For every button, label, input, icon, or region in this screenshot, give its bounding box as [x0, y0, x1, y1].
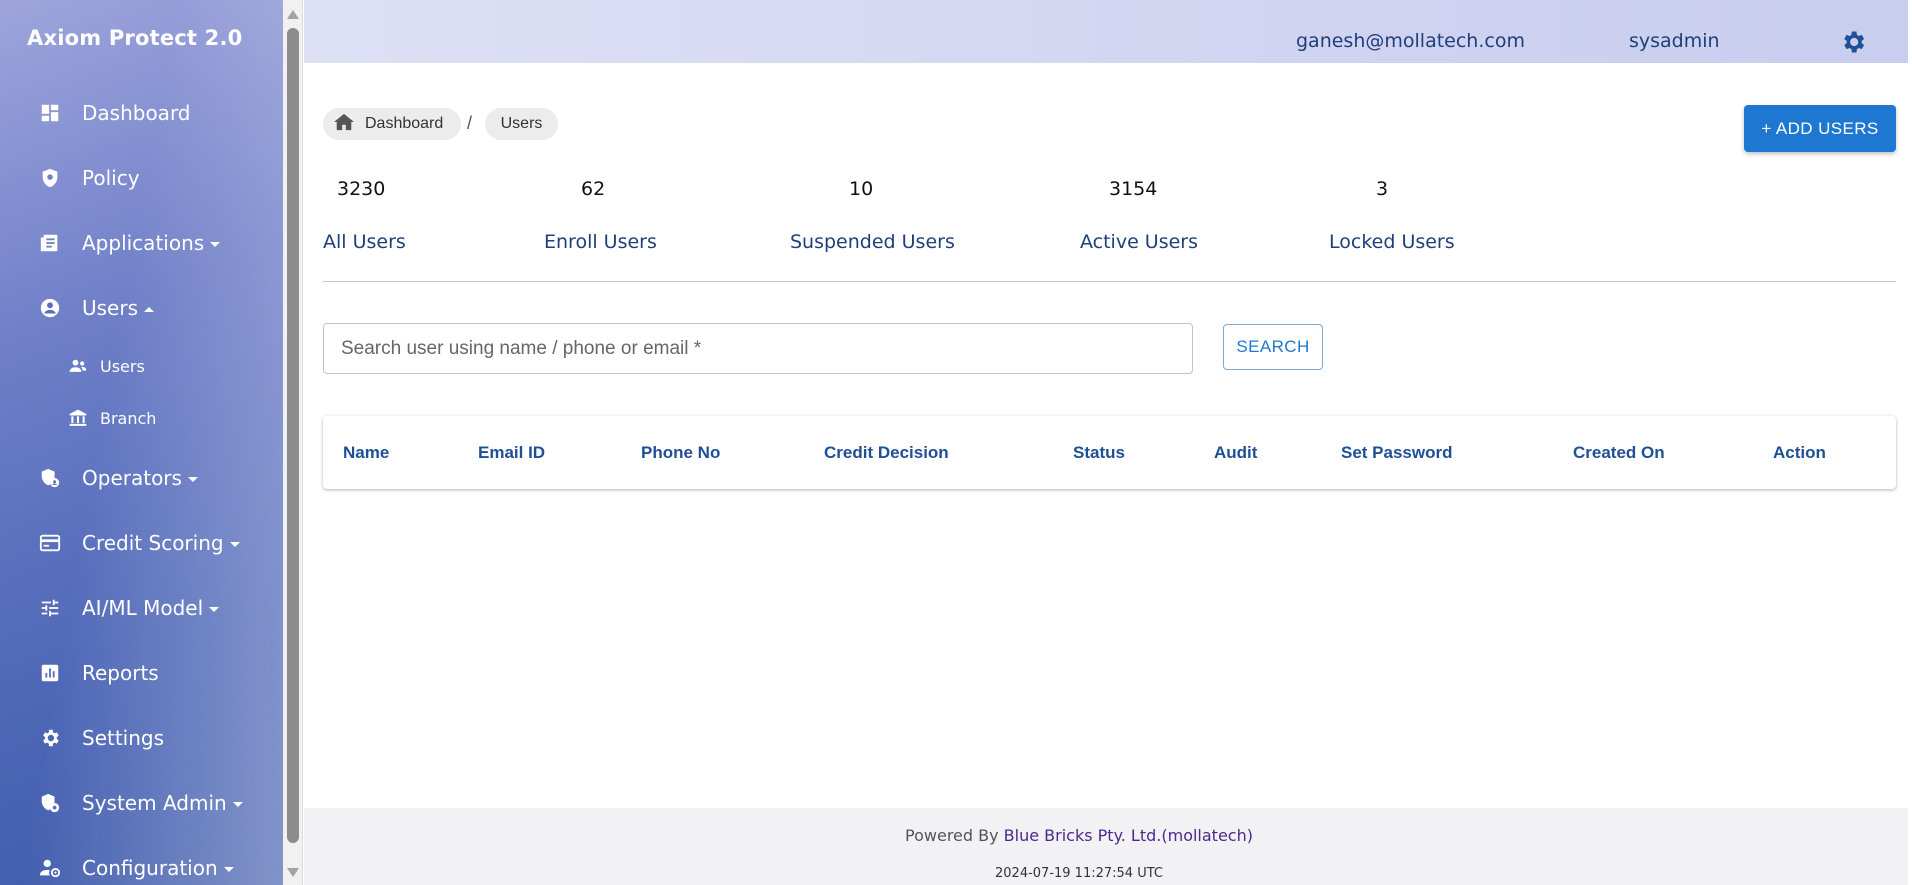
app-root: Axiom Protect 2.0 Dashboard Policy Appli… [0, 0, 1912, 885]
shield-icon [38, 166, 62, 190]
column-header-audit[interactable]: Audit [1214, 443, 1257, 463]
admin-shield-icon [38, 791, 62, 815]
chevron-down-icon [229, 542, 240, 547]
column-header-created-on[interactable]: Created On [1573, 443, 1665, 463]
document-list-icon [38, 231, 62, 255]
user-email[interactable]: ganesh@mollatech.com [1296, 30, 1525, 52]
search-button[interactable]: SEARCH [1223, 324, 1323, 370]
footer-powered-by: Powered By Blue Bricks Pty. Ltd.(mollate… [304, 826, 1854, 845]
sidebar-item-ai-ml-model[interactable]: AI/ML Model [0, 583, 283, 633]
dashboard-icon [38, 101, 62, 125]
home-icon [333, 112, 355, 137]
column-header-status[interactable]: Status [1073, 443, 1125, 463]
sidebar-subitem-label: Users [100, 356, 145, 376]
main-content: Dashboard / Users + ADD USERS 3230 All U… [304, 63, 1908, 808]
stat-suspended-users-link[interactable]: Suspended Users [790, 231, 955, 253]
sidebar-item-dashboard[interactable]: Dashboard [0, 88, 283, 138]
sidebar-item-configuration[interactable]: Configuration [0, 843, 283, 885]
sidebar-item-label: Policy [82, 166, 140, 190]
stat-active-users-link[interactable]: Active Users [1080, 231, 1198, 253]
chevron-down-icon [187, 477, 198, 482]
breadcrumb-current[interactable]: Users [485, 108, 558, 140]
chevron-down-icon [232, 802, 243, 807]
sidebar: Axiom Protect 2.0 Dashboard Policy Appli… [0, 0, 283, 885]
stat-locked-users-count: 3 [1376, 178, 1389, 200]
top-header: ganesh@mollatech.com sysadmin [304, 0, 1908, 63]
stat-all-users-count: 3230 [337, 178, 386, 200]
footer: Powered By Blue Bricks Pty. Ltd.(mollate… [304, 808, 1908, 885]
column-header-credit-decision[interactable]: Credit Decision [824, 443, 949, 463]
footer-powered-prefix: Powered By [905, 826, 1004, 845]
chevron-down-icon [210, 242, 221, 247]
sidebar-item-label: AI/ML Model [82, 596, 204, 620]
user-settings-icon [38, 856, 62, 880]
stats-divider [323, 281, 1896, 282]
sidebar-item-settings[interactable]: Settings [0, 713, 283, 763]
sidebar-subitem-label: Branch [100, 408, 157, 428]
sidebar-item-label: Configuration [82, 856, 218, 880]
security-user-icon [38, 466, 62, 490]
sidebar-item-label: Applications [82, 231, 205, 255]
account-circle-icon [38, 296, 62, 320]
stat-enroll-users-count: 62 [581, 178, 606, 200]
bar-chart-icon [38, 661, 62, 685]
sidebar-item-label: Users [82, 296, 139, 320]
search-input[interactable] [323, 323, 1193, 374]
app-title: Axiom Protect 2.0 [27, 26, 243, 50]
column-header-email[interactable]: Email ID [478, 443, 545, 463]
add-users-button[interactable]: + ADD USERS [1744, 105, 1896, 152]
sidebar-item-label: Settings [82, 726, 165, 750]
stat-suspended-users-count: 10 [849, 178, 874, 200]
breadcrumb-separator: / [467, 113, 473, 133]
footer-timestamp: 2024-07-19 11:27:54 UTC [995, 866, 1163, 881]
sidebar-item-applications[interactable]: Applications [0, 218, 283, 268]
bank-icon [67, 407, 89, 429]
sidebar-item-label: Dashboard [82, 101, 191, 125]
sidebar-item-users[interactable]: Users [0, 283, 283, 333]
credit-card-icon [38, 531, 62, 555]
breadcrumb-home[interactable]: Dashboard [323, 108, 461, 140]
user-role[interactable]: sysadmin [1629, 30, 1720, 52]
column-header-name[interactable]: Name [343, 443, 389, 463]
gear-icon[interactable] [1839, 28, 1867, 56]
sidebar-subitem-users[interactable]: Users [0, 346, 283, 386]
sidebar-item-label: Credit Scoring [82, 531, 224, 555]
sidebar-scrollbar[interactable] [283, 0, 303, 885]
sidebar-subitem-branch[interactable]: Branch [0, 398, 283, 438]
sidebar-item-label: Reports [82, 661, 159, 685]
stat-enroll-users-link[interactable]: Enroll Users [544, 231, 657, 253]
people-icon [67, 355, 89, 377]
stat-all-users-link[interactable]: All Users [323, 231, 406, 253]
sidebar-item-label: Operators [82, 466, 182, 490]
sidebar-item-system-admin[interactable]: System Admin [0, 778, 283, 828]
footer-company-link[interactable]: Blue Bricks Pty. Ltd.(mollatech) [1004, 826, 1253, 845]
sidebar-item-credit-scoring[interactable]: Credit Scoring [0, 518, 283, 568]
sidebar-item-reports[interactable]: Reports [0, 648, 283, 698]
scrollbar-thumb[interactable] [287, 28, 299, 843]
scroll-down-arrow-icon[interactable] [287, 868, 299, 877]
gear-icon [38, 726, 62, 750]
stat-active-users-count: 3154 [1109, 178, 1158, 200]
column-header-set-password[interactable]: Set Password [1341, 443, 1453, 463]
chevron-down-icon [223, 867, 234, 872]
column-header-action[interactable]: Action [1773, 443, 1826, 463]
chevron-down-icon [209, 607, 220, 612]
sidebar-item-label: System Admin [82, 791, 227, 815]
chevron-up-icon [144, 307, 155, 312]
scroll-up-arrow-icon[interactable] [287, 10, 299, 19]
tune-sliders-icon [38, 596, 62, 620]
sidebar-item-operators[interactable]: Operators [0, 453, 283, 503]
stat-locked-users-link[interactable]: Locked Users [1329, 231, 1455, 253]
breadcrumb-home-label: Dashboard [365, 115, 444, 132]
column-header-phone[interactable]: Phone No [641, 443, 720, 463]
users-table: Name Email ID Phone No Credit Decision S… [323, 416, 1896, 489]
sidebar-item-policy[interactable]: Policy [0, 153, 283, 203]
